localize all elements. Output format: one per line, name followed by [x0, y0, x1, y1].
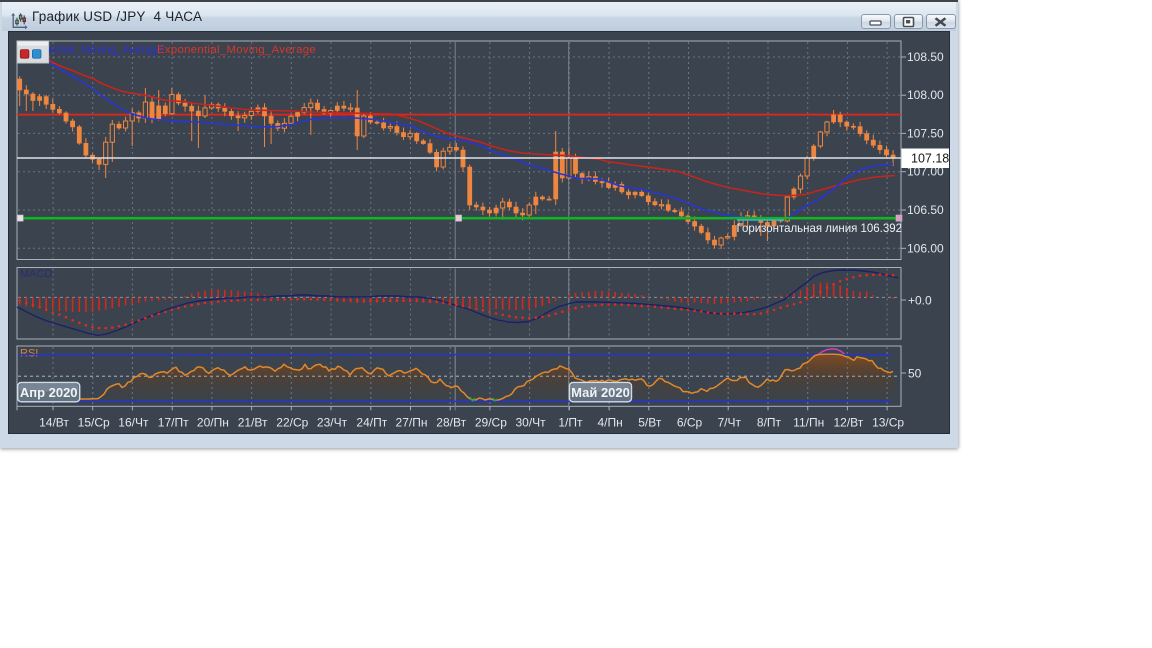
svg-text:1/Пт: 1/Пт — [558, 416, 583, 430]
svg-text:28/Вт: 28/Вт — [436, 416, 466, 430]
svg-text:RSI: RSI — [20, 348, 38, 360]
svg-text:23/Чт: 23/Чт — [317, 416, 348, 430]
svg-text:16/Чт: 16/Чт — [118, 416, 149, 430]
svg-text:12/Вт: 12/Вт — [834, 416, 864, 430]
svg-text:108.50: 108.50 — [907, 50, 944, 64]
svg-text:27/Пн: 27/Пн — [396, 416, 428, 430]
svg-text:Апр 2020: Апр 2020 — [20, 385, 78, 400]
svg-text:24/Пт: 24/Пт — [356, 416, 387, 430]
svg-text:ential_Moving_Average: ential_Moving_Average — [49, 44, 164, 56]
svg-text:6/Ср: 6/Ср — [677, 416, 703, 430]
svg-text:29/Ср: 29/Ср — [475, 416, 507, 430]
svg-text:MACD: MACD — [20, 268, 52, 280]
svg-text:106.50: 106.50 — [907, 203, 944, 217]
svg-text:30/Чт: 30/Чт — [516, 416, 547, 430]
svg-text:17/Пт: 17/Пт — [158, 416, 189, 430]
svg-text:+0.0: +0.0 — [908, 294, 932, 308]
svg-text:13/Ср: 13/Ср — [872, 416, 904, 430]
svg-text:Горизонтальная линия 106.392: Горизонтальная линия 106.392 — [737, 221, 903, 235]
svg-text:8/Пт: 8/Пт — [757, 416, 782, 430]
svg-text:50: 50 — [908, 367, 922, 381]
svg-text:15/Ср: 15/Ср — [78, 416, 110, 430]
svg-text:4/Пн: 4/Пн — [597, 416, 622, 430]
svg-text:5/Вт: 5/Вт — [638, 416, 662, 430]
svg-text:Май 2020: Май 2020 — [571, 385, 630, 400]
svg-text:14/Вт: 14/Вт — [39, 416, 69, 430]
svg-text:21/Вт: 21/Вт — [238, 416, 268, 430]
svg-text:20/Пн: 20/Пн — [197, 416, 229, 430]
svg-text:108.00: 108.00 — [907, 88, 944, 102]
svg-text:107.50: 107.50 — [907, 126, 944, 140]
svg-text:7/Чт: 7/Чт — [717, 416, 741, 430]
svg-text:107.18: 107.18 — [911, 152, 949, 166]
svg-text:11/Пн: 11/Пн — [793, 416, 824, 430]
svg-text:106.00: 106.00 — [907, 241, 944, 255]
svg-text:22/Ср: 22/Ср — [276, 416, 308, 430]
svg-text:Exponential_Moving_Average: Exponential_Moving_Average — [157, 44, 316, 56]
